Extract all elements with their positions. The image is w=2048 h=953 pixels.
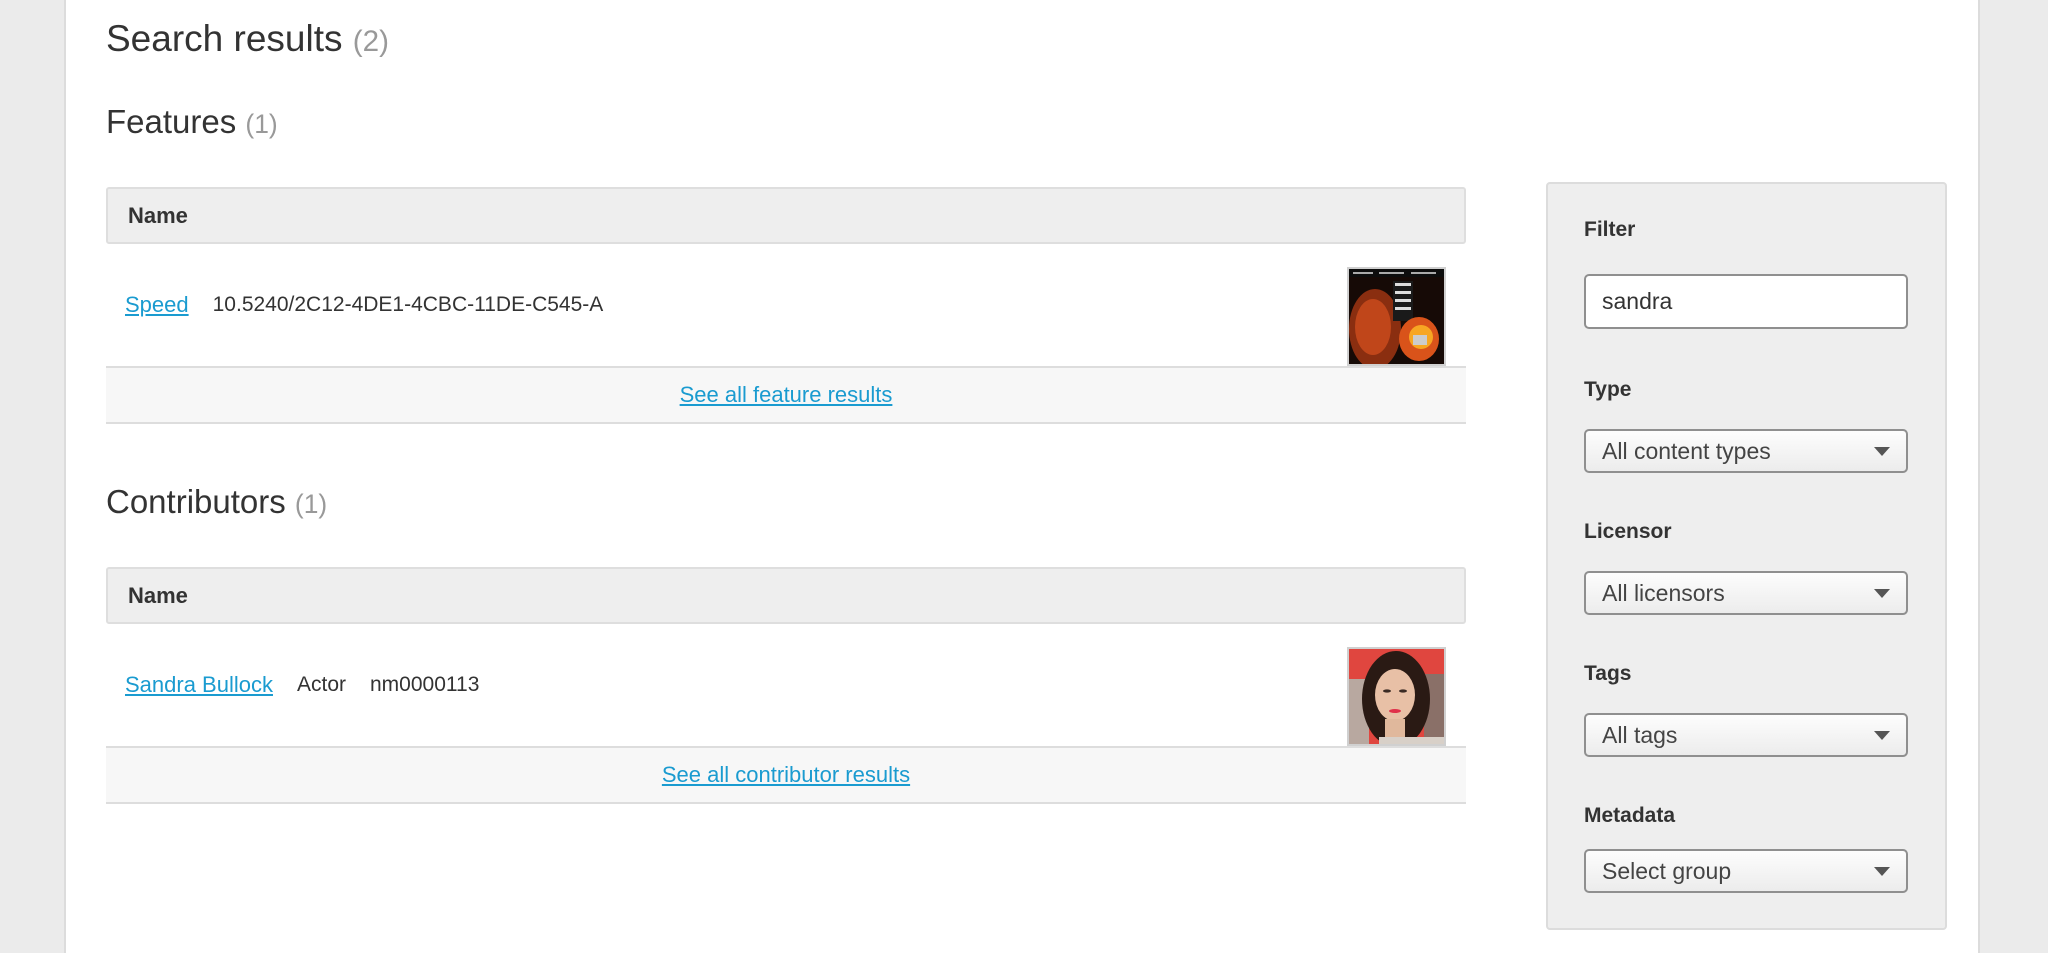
type-select[interactable]: All content types	[1584, 429, 1908, 473]
chevron-down-icon	[1874, 731, 1890, 740]
results-count: (2)	[352, 25, 389, 58]
contributors-table: Name Sandra Bullock Actor nm0000113 See …	[106, 567, 1466, 804]
features-title: Features	[106, 103, 237, 140]
table-row: Speed 10.5240/2C12-4DE1-4CBC-11DE-C545-A	[106, 244, 1466, 366]
metadata-select[interactable]: Select group	[1584, 849, 1908, 893]
features-table-header: Name	[106, 187, 1466, 244]
feature-identifier: 10.5240/2C12-4DE1-4CBC-11DE-C545-A	[212, 293, 604, 316]
filter-label: Filter	[1584, 218, 1636, 241]
see-all-contributors-link[interactable]: See all contributor results	[662, 762, 910, 788]
licensor-select-value: All licensors	[1602, 579, 1725, 606]
licensor-select[interactable]: All licensors	[1584, 571, 1908, 615]
movie-poster-thumbnail[interactable]	[1347, 267, 1446, 366]
type-select-value: All content types	[1602, 437, 1771, 464]
filter-panel: Filter Type All content types Licensor A…	[1546, 182, 1947, 930]
contributor-link-sandra-bullock[interactable]: Sandra Bullock	[125, 672, 273, 697]
chevron-down-icon	[1874, 447, 1890, 456]
feature-link-speed[interactable]: Speed	[125, 292, 189, 317]
filter-input[interactable]	[1584, 274, 1908, 329]
page-title: Search results (2)	[106, 18, 389, 60]
chevron-down-icon	[1874, 867, 1890, 876]
tags-select[interactable]: All tags	[1584, 713, 1908, 757]
tags-select-value: All tags	[1602, 721, 1678, 748]
features-table-footer: See all feature results	[106, 366, 1466, 424]
contributor-identifier: nm0000113	[370, 673, 480, 696]
contributor-role: Actor	[296, 673, 346, 696]
column-header-name: Name	[128, 582, 188, 608]
type-label: Type	[1584, 378, 1632, 401]
chevron-down-icon	[1874, 589, 1890, 598]
features-heading: Features (1)	[106, 103, 278, 141]
contributors-count: (1)	[294, 489, 328, 519]
contributors-title: Contributors	[106, 483, 286, 520]
features-count: (1)	[245, 109, 278, 139]
metadata-select-value: Select group	[1602, 857, 1732, 884]
person-photo-thumbnail[interactable]	[1347, 647, 1446, 746]
contributors-heading: Contributors (1)	[106, 483, 327, 521]
person-photo-image	[1349, 649, 1444, 744]
licensor-label: Licensor	[1584, 520, 1672, 543]
features-table: Name Speed 10.5240/2C12-4DE1-4CBC-11DE-C…	[106, 187, 1466, 424]
table-row: Sandra Bullock Actor nm0000113	[106, 624, 1466, 746]
contributors-table-footer: See all contributor results	[106, 746, 1466, 804]
metadata-label: Metadata	[1584, 804, 1676, 827]
column-header-name: Name	[128, 202, 188, 228]
contributors-table-header: Name	[106, 567, 1466, 624]
tags-label: Tags	[1584, 662, 1632, 685]
page-content: Search results (2) Features (1) Name Spe…	[64, 0, 1980, 953]
movie-poster-image	[1349, 269, 1444, 364]
see-all-features-link[interactable]: See all feature results	[680, 382, 893, 408]
page-title-text: Search results	[106, 18, 343, 59]
